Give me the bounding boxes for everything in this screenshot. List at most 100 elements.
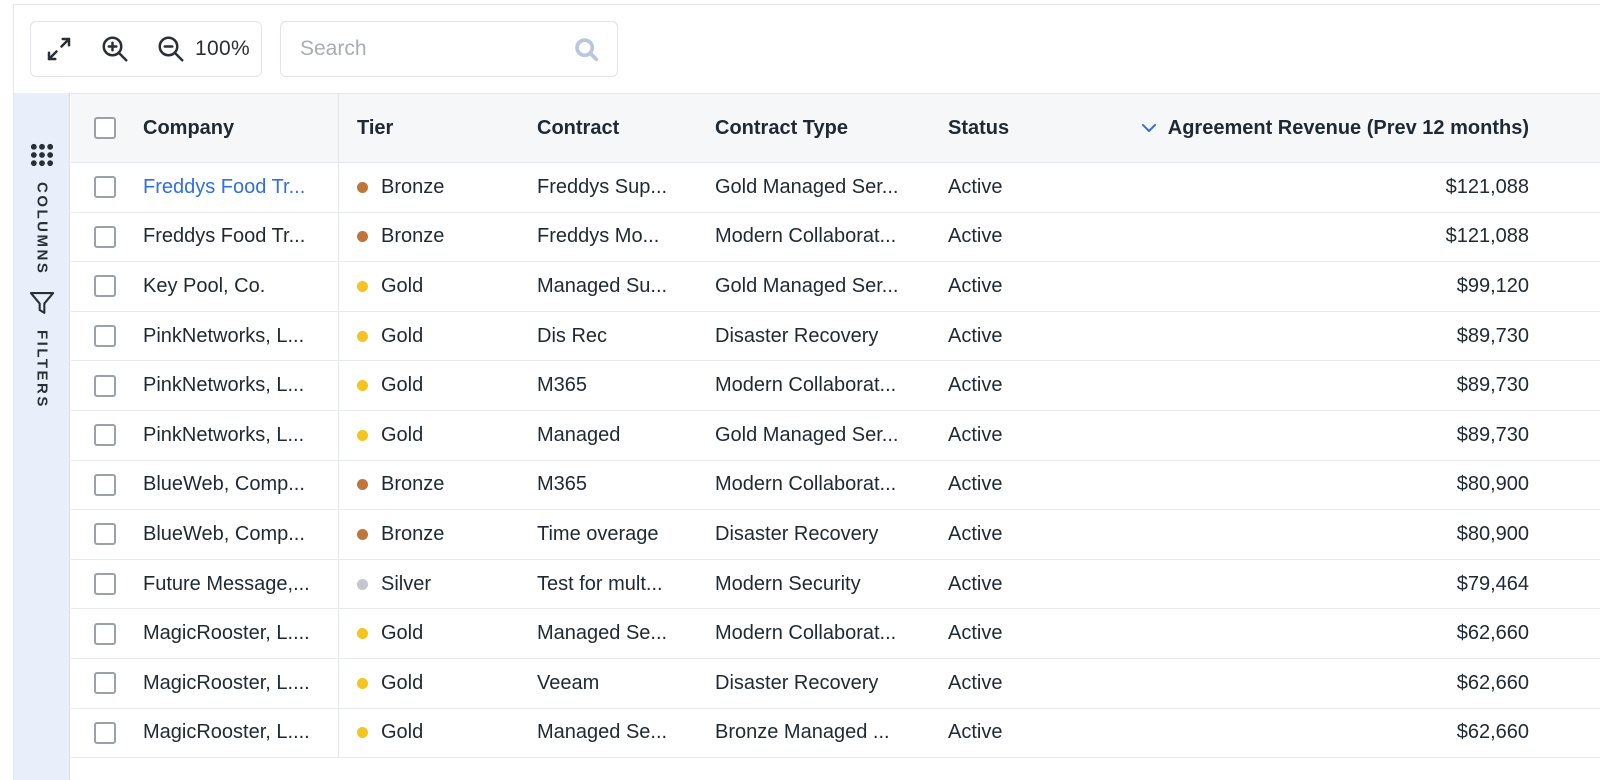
columns-label: COLUMNS <box>33 182 51 276</box>
row-checkbox[interactable] <box>94 672 116 695</box>
row-select-cell <box>94 560 120 609</box>
contract-cell: Dis Rec <box>537 312 687 361</box>
row-checkbox[interactable] <box>94 721 116 744</box>
contract-type-cell: Disaster Recovery <box>715 659 927 708</box>
sort-descending-icon[interactable] <box>1140 119 1158 137</box>
table-row[interactable]: Future Message,... Silver Test for mult...… <box>71 559 1600 610</box>
zoom-level: 100% <box>195 37 250 60</box>
contract-type-cell: Modern Collaborat... <box>715 609 927 658</box>
column-divider <box>338 609 339 658</box>
contract-cell: M365 <box>537 361 687 410</box>
table-row[interactable]: Freddys Food Tr... Bronze Freddys Mo... Mod… <box>71 212 1600 263</box>
fullscreen-button[interactable] <box>31 22 87 76</box>
table-row[interactable]: PinkNetworks, L... Gold Dis Rec Disaster Re… <box>71 311 1600 362</box>
contract-type: Disaster Recovery <box>715 324 879 347</box>
status-text: Active <box>948 473 1003 496</box>
table-row[interactable]: MagicRooster, L.... Gold Veeam Disaster Rec… <box>71 658 1600 709</box>
tier-cell: Bronze <box>357 163 507 212</box>
table-row[interactable]: BlueWeb, Comp... Bronze M365 Modern Collabo… <box>71 460 1600 511</box>
column-header-revenue-label: Agreement Revenue (Prev 12 months) <box>1167 116 1529 139</box>
search-input[interactable] <box>281 37 551 61</box>
tier-dot-icon <box>357 677 368 689</box>
status-text: Active <box>948 622 1003 645</box>
row-checkbox[interactable] <box>94 225 116 248</box>
status-text: Active <box>948 522 1003 545</box>
search-icon[interactable] <box>573 36 601 64</box>
table-row[interactable]: Key Pool, Co. Gold Managed Su... Gold Manag… <box>71 262 1600 312</box>
filter-icon <box>28 289 56 322</box>
column-divider <box>338 361 339 410</box>
contract-name: M365 <box>537 374 588 397</box>
revenue-value: $89,730 <box>1456 324 1529 347</box>
company-cell: Freddys Food Tr... <box>143 213 339 262</box>
row-select-cell <box>94 709 120 758</box>
contract-type: Modern Collaborat... <box>715 225 897 248</box>
row-checkbox[interactable] <box>94 523 116 546</box>
row-checkbox[interactable] <box>94 573 116 596</box>
row-select-cell <box>94 213 120 262</box>
company-cell: Key Pool, Co. <box>143 262 339 311</box>
zoom-in-button[interactable] <box>87 22 143 76</box>
company-cell: Freddys Food Tr... <box>143 163 339 212</box>
tier-dot-icon <box>357 528 368 540</box>
tier-label: Gold <box>381 721 424 744</box>
company-cell: Future Message,... <box>143 560 339 609</box>
tier-dot-icon <box>357 181 368 193</box>
column-divider <box>338 94 339 162</box>
row-checkbox[interactable] <box>94 473 116 496</box>
grid-body: Freddys Food Tr... Bronze Freddys Sup... Go… <box>71 163 1600 759</box>
company-cell: BlueWeb, Comp... <box>143 510 339 559</box>
row-checkbox[interactable] <box>94 622 116 645</box>
tier-dot-icon <box>357 429 368 441</box>
contract-cell: M365 <box>537 461 687 510</box>
zoom-out-button[interactable] <box>143 22 199 76</box>
column-divider <box>338 311 339 361</box>
row-select-cell <box>94 312 120 361</box>
column-divider <box>338 163 339 212</box>
column-header-tier[interactable]: Tier <box>357 94 507 162</box>
column-header-company[interactable]: Company <box>143 94 339 162</box>
filters-panel-toggle[interactable]: FILTERS <box>14 289 70 409</box>
tier-label: Gold <box>381 274 424 297</box>
table-row[interactable]: BlueWeb, Comp... Bronze Time overage Disast… <box>71 510 1600 560</box>
revenue-cell: $80,900 <box>1069 461 1529 510</box>
select-all-checkbox[interactable] <box>94 117 116 139</box>
columns-panel-toggle[interactable]: COLUMNS <box>14 141 70 275</box>
row-checkbox[interactable] <box>94 275 116 298</box>
column-divider <box>338 410 339 460</box>
row-checkbox[interactable] <box>94 176 116 199</box>
tier-cell: Gold <box>357 709 507 758</box>
revenue-cell: $62,660 <box>1069 659 1529 708</box>
revenue-value: $62,660 <box>1456 622 1529 645</box>
column-divider <box>338 212 339 262</box>
contract-type: Gold Managed Ser... <box>715 274 899 297</box>
company-name: PinkNetworks, L... <box>143 423 305 446</box>
company-name[interactable]: Freddys Food Tr... <box>143 176 305 199</box>
row-select-cell <box>94 659 120 708</box>
table-row[interactable]: MagicRooster, L.... Gold Managed Se... Mode… <box>71 609 1600 659</box>
row-checkbox[interactable] <box>94 374 116 397</box>
tier-label: Gold <box>381 374 424 397</box>
column-header-revenue[interactable]: Agreement Revenue (Prev 12 months) <box>1069 94 1529 162</box>
table-row[interactable]: PinkNetworks, L... Gold Managed Gold Manage… <box>71 410 1600 461</box>
contract-name: Veeam <box>537 671 600 694</box>
column-header-contract-type[interactable]: Contract Type <box>715 94 927 162</box>
status-text: Active <box>948 324 1003 347</box>
grid-dots-icon <box>28 141 56 174</box>
tier-cell: Gold <box>357 262 507 311</box>
revenue-value: $62,660 <box>1456 721 1529 744</box>
row-checkbox[interactable] <box>94 325 116 348</box>
select-all-cell <box>94 94 120 162</box>
table-row[interactable]: MagicRooster, L.... Gold Managed Se... Bron… <box>71 708 1600 759</box>
revenue-cell: $62,660 <box>1069 609 1529 658</box>
table-row[interactable]: PinkNetworks, L... Gold M365 Modern Collabo… <box>71 361 1600 411</box>
contract-name: Managed Su... <box>537 274 668 297</box>
table-row[interactable]: Freddys Food Tr... Bronze Freddys Sup... Go… <box>71 163 1600 213</box>
contract-type: Gold Managed Ser... <box>715 175 899 198</box>
company-cell: PinkNetworks, L... <box>143 411 339 460</box>
revenue-cell: $89,730 <box>1069 411 1529 460</box>
row-select-cell <box>94 411 120 460</box>
row-checkbox[interactable] <box>94 424 116 447</box>
column-header-contract[interactable]: Contract <box>537 94 687 162</box>
tier-cell: Bronze <box>357 461 507 510</box>
